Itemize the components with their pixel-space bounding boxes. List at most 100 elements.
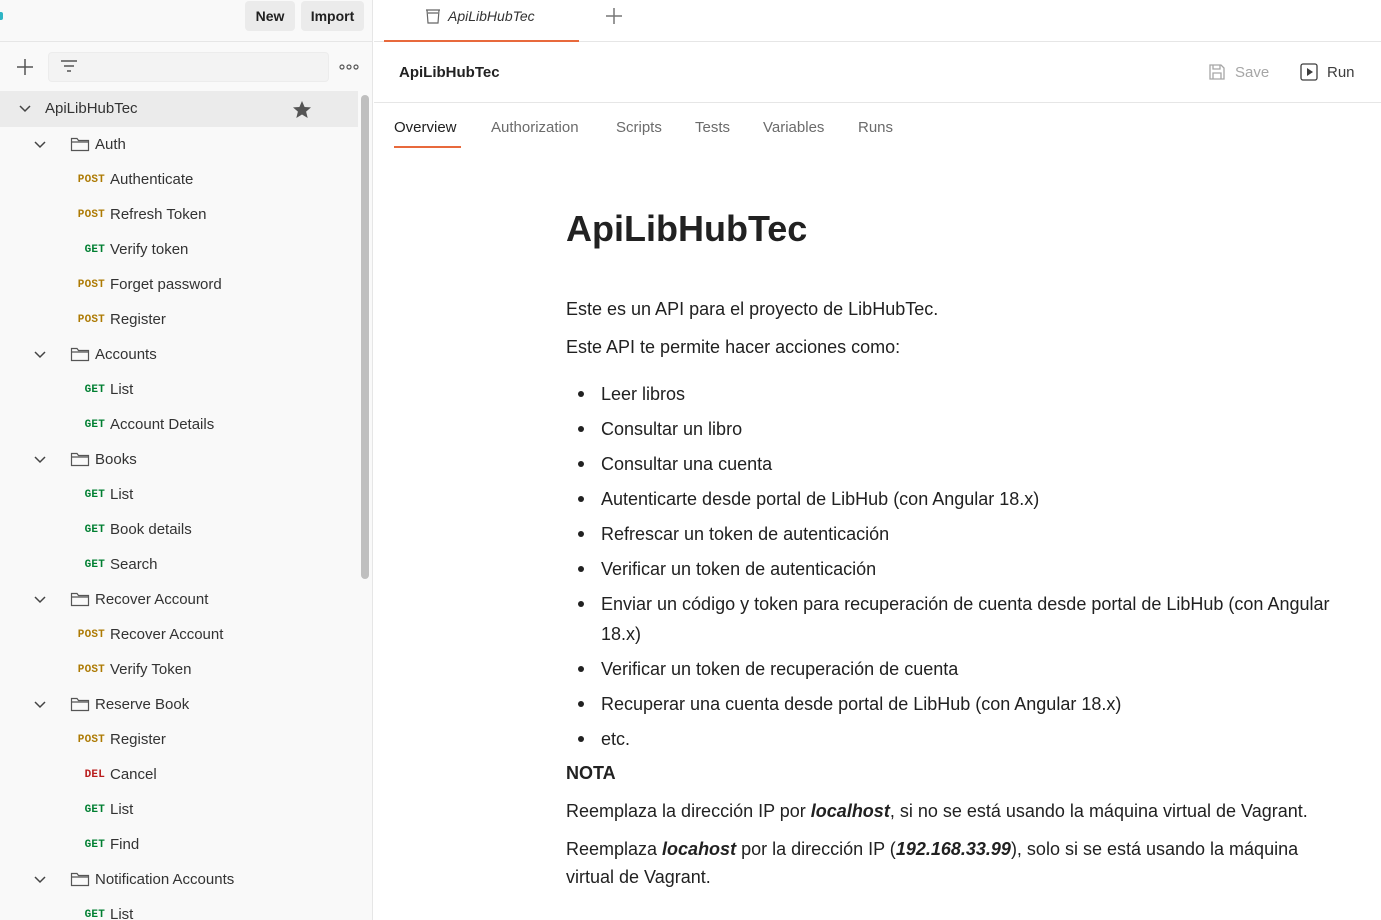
- collection-tree: ApiLibHubTec Auth POST Authenticate POST Refr…: [0, 91, 358, 920]
- bullet-dot: [578, 461, 584, 467]
- new-button[interactable]: New: [245, 1, 295, 31]
- request-item-search[interactable]: GET Search: [0, 547, 358, 582]
- collection-icon: [426, 9, 440, 24]
- import-button[interactable]: Import: [301, 1, 364, 31]
- folder-item-reserve-book[interactable]: Reserve Book: [0, 687, 358, 722]
- note1-emphasis: localhost: [810, 801, 890, 821]
- run-icon: [1300, 63, 1318, 81]
- folder-label: Books: [95, 451, 137, 468]
- edge-indicator: [0, 12, 3, 20]
- folder-icon: [70, 697, 90, 712]
- feature-list-item: Verificar un token de autenticación: [566, 554, 1346, 584]
- request-item-verify-token[interactable]: GET Verify token: [0, 232, 358, 267]
- star-icon[interactable]: [292, 100, 312, 119]
- save-button[interactable]: Save: [1207, 60, 1269, 84]
- request-label: List: [110, 381, 134, 398]
- more-options-icon[interactable]: [338, 56, 360, 78]
- tab-label: ApiLibHubTec: [448, 8, 535, 24]
- run-button[interactable]: Run: [1299, 60, 1355, 84]
- chevron-down-icon[interactable]: [18, 102, 32, 116]
- chevron-down-icon[interactable]: [33, 348, 47, 362]
- request-item-register[interactable]: POST Register: [0, 302, 358, 337]
- request-item-list[interactable]: GET List: [0, 477, 358, 512]
- folder-label: Notification Accounts: [95, 871, 235, 888]
- folder-item-notification-accounts[interactable]: Notification Accounts: [0, 862, 358, 897]
- folder-item-auth[interactable]: Auth: [0, 127, 358, 162]
- tab-apilibhubtec[interactable]: ApiLibHubTec: [384, 0, 579, 42]
- folder-item-accounts[interactable]: Accounts: [0, 337, 358, 372]
- request-item-list[interactable]: GET List: [0, 897, 358, 920]
- request-item-cancel[interactable]: DEL Cancel: [0, 757, 358, 792]
- bullet-dot: [578, 601, 584, 607]
- collection-title[interactable]: ApiLibHubTec: [399, 64, 500, 81]
- feature-text: etc.: [601, 729, 631, 749]
- save-label: Save: [1235, 63, 1270, 81]
- request-item-register[interactable]: POST Register: [0, 722, 358, 757]
- search-input[interactable]: [48, 52, 329, 82]
- request-item-find[interactable]: GET Find: [0, 827, 358, 862]
- note2-emphasis-1: locahost: [662, 839, 737, 859]
- folder-icon: [70, 592, 90, 607]
- feature-text: Consultar una cuenta: [601, 454, 773, 474]
- sidebar-scrollbar[interactable]: [361, 95, 369, 579]
- subtab-bar: Overview Authorization Scripts Tests Var…: [374, 104, 1381, 152]
- feature-text: Recuperar una cuenta desde portal de Lib…: [601, 694, 1122, 714]
- request-item-account-details[interactable]: GET Account Details: [0, 407, 358, 442]
- filter-icon[interactable]: [59, 58, 79, 76]
- chevron-down-icon[interactable]: [33, 138, 47, 152]
- folder-item-recover-account[interactable]: Recover Account: [0, 582, 358, 617]
- feature-list-item: Enviar un código y token para recuperaci…: [566, 589, 1346, 649]
- method-badge: GET: [84, 419, 105, 431]
- chevron-down-icon[interactable]: [33, 698, 47, 712]
- request-label: Cancel: [110, 766, 157, 783]
- folder-label: Recover Account: [95, 591, 209, 608]
- request-item-list[interactable]: GET List: [0, 372, 358, 407]
- tab-variables[interactable]: Variables: [763, 119, 824, 136]
- feature-list-item: Leer libros: [566, 379, 1346, 409]
- feature-text: Refrescar un token de autenticación: [601, 524, 890, 544]
- note1-post: , si no se está usando la máquina virtua…: [889, 801, 1308, 821]
- bullet-dot: [578, 666, 584, 672]
- main-panel: ApiLibHubTec ApiLibHubTec Save Run Overv…: [374, 0, 1381, 920]
- request-label: Search: [110, 556, 158, 573]
- tab-authorization[interactable]: Authorization: [491, 119, 579, 136]
- method-badge: GET: [84, 839, 105, 851]
- request-item-verify-token[interactable]: POST Verify Token: [0, 652, 358, 687]
- bullet-dot: [578, 566, 584, 572]
- chevron-down-icon[interactable]: [33, 873, 47, 887]
- plus-icon[interactable]: [14, 56, 36, 78]
- request-item-authenticate[interactable]: POST Authenticate: [0, 162, 358, 197]
- feature-list-item: Refrescar un token de autenticación: [566, 519, 1346, 549]
- request-label: Refresh Token: [110, 206, 207, 223]
- feature-list-item: Recuperar una cuenta desde portal de Lib…: [566, 689, 1346, 719]
- request-label: Find: [110, 836, 140, 853]
- tab-tests[interactable]: Tests: [695, 119, 730, 136]
- sidebar-top-actions: New Import: [0, 0, 373, 42]
- request-item-book-details[interactable]: GET Book details: [0, 512, 358, 547]
- request-item-refresh-token[interactable]: POST Refresh Token: [0, 197, 358, 232]
- request-item-recover-account[interactable]: POST Recover Account: [0, 617, 358, 652]
- folder-item-books[interactable]: Books: [0, 442, 358, 477]
- chevron-down-icon[interactable]: [33, 453, 47, 467]
- folder-label: Accounts: [95, 346, 157, 363]
- feature-list-item: Autenticarte desde portal de LibHub (con…: [566, 484, 1346, 514]
- feature-list-item: Verificar un token de recuperación de cu…: [566, 654, 1346, 684]
- bullet-dot: [578, 496, 584, 502]
- method-badge: POST: [77, 629, 105, 641]
- request-label: Forget password: [110, 276, 222, 293]
- request-label: Authenticate: [110, 171, 194, 188]
- collection-item-apilibhubtec[interactable]: ApiLibHubTec: [0, 91, 358, 127]
- method-badge: GET: [84, 804, 105, 816]
- folder-icon: [70, 137, 90, 152]
- sidebar-toolbar: [0, 43, 373, 91]
- tab-runs[interactable]: Runs: [858, 119, 893, 136]
- note-paragraph-1: Reemplaza la dirección IP por localhost,…: [566, 797, 1346, 825]
- chevron-down-icon[interactable]: [33, 593, 47, 607]
- request-item-list[interactable]: GET List: [0, 792, 358, 827]
- sidebar: New Import ApiLibHubTec Auth POST Authentic…: [0, 0, 373, 920]
- tab-overview[interactable]: Overview: [394, 119, 457, 136]
- add-tab-icon[interactable]: [604, 6, 624, 26]
- method-badge: POST: [77, 209, 105, 221]
- tab-scripts[interactable]: Scripts: [616, 119, 662, 136]
- request-item-forget-password[interactable]: POST Forget password: [0, 267, 358, 302]
